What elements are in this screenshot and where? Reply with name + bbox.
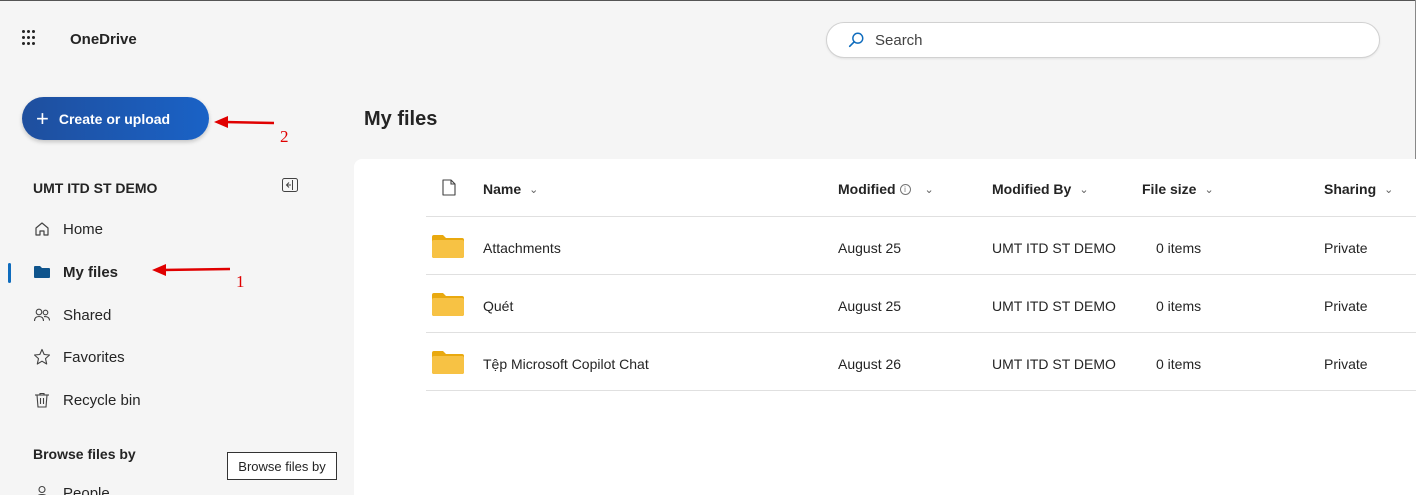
file-modified: August 26: [838, 356, 902, 372]
collapse-sidebar-icon[interactable]: [282, 178, 298, 192]
app-title[interactable]: OneDrive: [70, 31, 137, 48]
annotation-arrow-2: [214, 116, 275, 128]
folder-icon: [432, 235, 464, 258]
sidebar-item-favorites[interactable]: Favorites: [33, 348, 125, 366]
file-type-icon[interactable]: [442, 179, 456, 196]
sidebar-item-people[interactable]: People: [33, 484, 110, 495]
app-launcher-icon[interactable]: [22, 30, 38, 46]
trash-icon: [35, 392, 49, 408]
column-header-modified[interactable]: Modified i ⌄: [838, 181, 934, 197]
person-icon: [37, 485, 47, 495]
table-row[interactable]: Tệp Microsoft Copilot Chat August 26 UMT…: [426, 333, 1416, 391]
sidebar-item-label: Home: [63, 220, 104, 238]
sidebar-item-home[interactable]: Home: [33, 220, 103, 238]
file-list: Name ⌄ Modified i ⌄ Modified By ⌄ File s…: [354, 159, 1416, 495]
active-indicator: [8, 263, 11, 283]
plus-icon: +: [36, 105, 49, 131]
file-sharing: Private: [1324, 298, 1368, 314]
chevron-down-icon: ⌄: [1079, 183, 1089, 196]
annotation-arrow-1: [152, 264, 231, 276]
file-sharing: Private: [1324, 356, 1368, 372]
file-modified-by: UMT ITD ST DEMO: [992, 240, 1116, 256]
tooltip: Browse files by: [227, 452, 337, 480]
file-name[interactable]: Quét: [483, 298, 513, 314]
column-header-label: File size: [1142, 181, 1197, 197]
column-header-name[interactable]: Name ⌄: [483, 181, 538, 197]
column-header-label: Sharing: [1324, 181, 1377, 197]
info-icon[interactable]: i: [899, 183, 911, 195]
column-header-label: Modified By: [992, 181, 1072, 197]
search-icon: [848, 32, 864, 48]
people-icon: [33, 308, 51, 322]
sidebar-item-label: People: [63, 484, 110, 495]
search-input[interactable]: [875, 31, 1275, 49]
column-header-modified-by[interactable]: Modified By ⌄: [992, 181, 1089, 197]
file-size: 0 items: [1156, 240, 1202, 256]
window-top-border: [0, 0, 1416, 1]
file-name[interactable]: Attachments: [483, 240, 561, 256]
sidebar-item-recycle-bin[interactable]: Recycle bin: [33, 391, 141, 409]
file-modified-by: UMT ITD ST DEMO: [992, 298, 1116, 314]
file-modified-by: UMT ITD ST DEMO: [992, 356, 1116, 372]
file-modified: August 25: [838, 240, 902, 256]
home-icon: [35, 222, 49, 236]
table-row[interactable]: Quét August 25 UMT ITD ST DEMO 0 items P…: [426, 275, 1416, 333]
sidebar-item-shared[interactable]: Shared: [33, 306, 111, 324]
file-size: 0 items: [1156, 298, 1202, 314]
org-name: UMT ITD ST DEMO: [33, 180, 158, 196]
create-or-upload-button[interactable]: + Create or upload: [22, 97, 209, 140]
folder-icon: [432, 293, 464, 316]
file-sharing: Private: [1324, 240, 1368, 256]
chevron-down-icon: ⌄: [529, 183, 539, 196]
sidebar-item-label: Recycle bin: [63, 391, 141, 409]
create-button-label: Create or upload: [58, 110, 171, 127]
column-header-label: Name: [483, 181, 522, 197]
star-icon: [33, 348, 51, 365]
column-header-label: Modified: [838, 181, 896, 197]
annotation-label-1: 1: [236, 272, 245, 291]
folder-icon: [34, 266, 50, 278]
browse-files-title: Browse files by: [33, 446, 136, 462]
sidebar-item-my-files[interactable]: My files: [33, 263, 118, 281]
chevron-down-icon: ⌄: [924, 183, 934, 196]
sidebar-item-label: My files: [63, 263, 119, 281]
column-header-sharing[interactable]: Sharing ⌄: [1324, 181, 1393, 197]
column-header-file-size[interactable]: File size ⌄: [1142, 181, 1214, 197]
page-title: My files: [364, 108, 438, 130]
file-modified: August 25: [838, 298, 902, 314]
file-size: 0 items: [1156, 356, 1202, 372]
sidebar-item-label: Favorites: [63, 348, 125, 366]
chevron-down-icon: ⌄: [1384, 183, 1394, 196]
annotation-label-2: 2: [280, 127, 289, 146]
file-name[interactable]: Tệp Microsoft Copilot Chat: [483, 356, 649, 372]
folder-icon: [432, 351, 464, 374]
table-row[interactable]: Attachments August 25 UMT ITD ST DEMO 0 …: [426, 217, 1416, 275]
search-box[interactable]: [826, 22, 1380, 58]
sidebar-item-label: Shared: [63, 306, 112, 324]
chevron-down-icon: ⌄: [1204, 183, 1214, 196]
